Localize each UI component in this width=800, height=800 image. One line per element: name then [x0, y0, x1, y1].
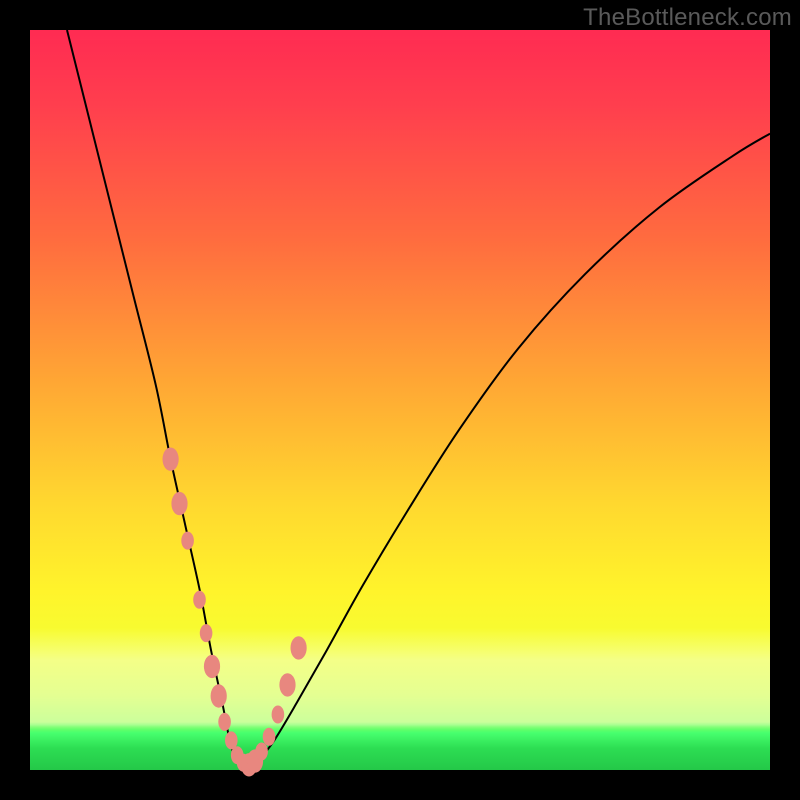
- chart-frame: TheBottleneck.com: [0, 0, 800, 800]
- watermark-text: TheBottleneck.com: [583, 4, 792, 32]
- bead: [279, 673, 295, 696]
- chart-svg: [30, 30, 770, 770]
- bottleneck-curve: [67, 30, 770, 767]
- bead: [163, 448, 179, 471]
- bead: [255, 743, 268, 761]
- bead: [204, 655, 220, 678]
- bead: [181, 532, 194, 550]
- bead: [263, 728, 276, 746]
- bead-group: [163, 448, 307, 777]
- bead: [272, 706, 285, 724]
- bead: [218, 713, 231, 731]
- bead: [193, 591, 206, 609]
- bead: [291, 636, 307, 659]
- bead: [200, 624, 213, 642]
- bead: [211, 684, 227, 707]
- bead: [171, 492, 187, 515]
